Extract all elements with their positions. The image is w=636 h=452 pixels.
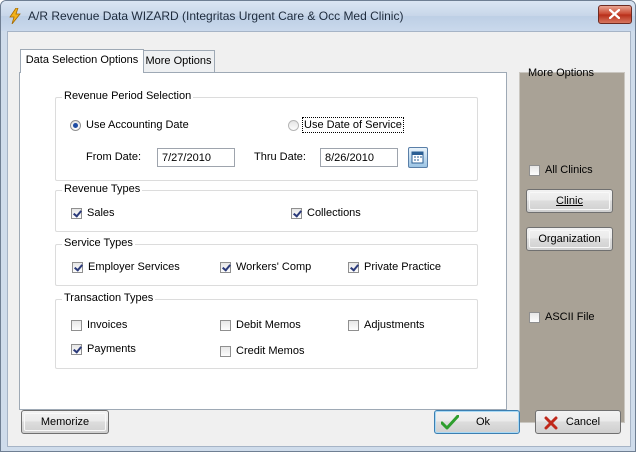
private-practice-checkbox[interactable]: Private Practice <box>348 261 441 273</box>
checkbox-label: Collections <box>307 207 361 219</box>
radio-label: Use Accounting Date <box>86 119 189 131</box>
checkbox-indicator <box>529 311 540 323</box>
checkbox-label: Credit Memos <box>236 345 305 357</box>
checkbox-label: Adjustments <box>364 319 425 331</box>
from-date-label: From Date: <box>86 151 142 163</box>
checkbox-label: Private Practice <box>364 261 442 273</box>
checkbox-label: Workers' Comp <box>236 261 312 273</box>
close-icon <box>609 9 620 19</box>
tab-label: Data Selection Options <box>25 54 139 66</box>
revenue-period-group: Revenue Period Selection Use Accounting … <box>55 90 478 181</box>
radio-indicator <box>70 119 81 131</box>
workers-comp-checkbox[interactable]: Workers' Comp <box>220 261 311 273</box>
calendar-icon <box>411 151 424 164</box>
group-title: Transaction Types <box>62 292 156 304</box>
credit-memos-checkbox[interactable]: Credit Memos <box>220 345 304 357</box>
checkbox-label: All Clinics <box>545 164 593 176</box>
checkbox-label: Invoices <box>87 319 128 331</box>
checkbox-indicator <box>348 261 359 273</box>
service-types-group: Service Types Employer Services Workers'… <box>55 237 478 286</box>
checkbox-label: Sales <box>87 207 115 219</box>
memorize-button[interactable]: Memorize <box>21 410 109 434</box>
group-title: Service Types <box>62 237 135 249</box>
cancel-x-icon <box>544 416 558 430</box>
wizard-window: A/R Revenue Data WIZARD (Integritas Urge… <box>0 0 636 452</box>
checkbox-label: ASCII File <box>545 311 595 323</box>
collections-checkbox[interactable]: Collections <box>291 207 361 219</box>
checkbox-label: Payments <box>87 343 136 355</box>
calendar-button[interactable] <box>408 147 428 168</box>
button-label: Organization <box>538 233 601 245</box>
group-title: Revenue Types <box>62 183 143 195</box>
ascii-file-checkbox[interactable]: ASCII File <box>529 311 595 323</box>
button-label: Cancel <box>565 416 601 428</box>
cancel-button[interactable]: Cancel <box>535 410 621 434</box>
checkbox-indicator <box>71 343 82 355</box>
checkbox-indicator <box>220 261 231 273</box>
checkbox-indicator <box>72 261 83 273</box>
tab-more-options[interactable]: More Options <box>142 50 215 72</box>
tab-data-selection-options[interactable]: Data Selection Options <box>20 49 144 73</box>
organization-button[interactable]: Organization <box>526 227 613 251</box>
title-bar[interactable]: A/R Revenue Data WIZARD (Integritas Urge… <box>1 1 635 31</box>
checkbox-label: Employer Services <box>88 261 180 273</box>
tab-label: More Options <box>145 55 212 67</box>
checkbox-indicator <box>71 207 82 219</box>
checkbox-indicator <box>348 319 359 331</box>
data-selection-panel: Revenue Period Selection Use Accounting … <box>19 72 507 410</box>
ok-button[interactable]: Ok <box>434 410 520 434</box>
radio-label: Use Date of Service <box>302 117 404 133</box>
thru-date-label: Thru Date: <box>254 151 306 163</box>
all-clinics-checkbox[interactable]: All Clinics <box>529 164 593 176</box>
clinic-button[interactable]: Clinic <box>526 189 613 213</box>
button-label: Memorize <box>40 416 90 428</box>
use-accounting-date-radio[interactable]: Use Accounting Date <box>70 119 189 131</box>
checkbox-indicator <box>529 164 540 176</box>
checkbox-label: Debit Memos <box>236 319 301 331</box>
checkmark-icon <box>441 415 459 430</box>
lightning-icon <box>9 8 21 24</box>
invoices-checkbox[interactable]: Invoices <box>71 319 127 331</box>
use-date-of-service-radio[interactable]: Use Date of Service <box>288 117 404 133</box>
sales-checkbox[interactable]: Sales <box>71 207 115 219</box>
adjustments-checkbox[interactable]: Adjustments <box>348 319 425 331</box>
window-title: A/R Revenue Data WIZARD (Integritas Urge… <box>28 9 404 23</box>
close-button[interactable] <box>598 5 632 24</box>
more-options-panel: More Options All Clinics Clinic Organiza… <box>519 67 625 423</box>
radio-indicator <box>288 119 299 131</box>
thru-date-input[interactable]: 8/26/2010 <box>320 148 398 167</box>
debit-memos-checkbox[interactable]: Debit Memos <box>220 319 301 331</box>
button-label: Clinic <box>556 195 583 207</box>
more-options-title: More Options <box>528 67 595 79</box>
revenue-types-group: Revenue Types Sales Collections <box>55 183 478 232</box>
checkbox-indicator <box>220 319 231 331</box>
checkbox-indicator <box>291 207 302 219</box>
group-title: Revenue Period Selection <box>62 90 194 102</box>
button-label: Ok <box>475 416 491 428</box>
transaction-types-group: Transaction Types Invoices Debit Memos A… <box>55 292 478 369</box>
payments-checkbox[interactable]: Payments <box>71 343 136 355</box>
employer-services-checkbox[interactable]: Employer Services <box>72 261 180 273</box>
checkbox-indicator <box>71 319 82 331</box>
from-date-input[interactable]: 7/27/2010 <box>157 148 235 167</box>
checkbox-indicator <box>220 345 231 357</box>
dialog-body: Data Selection Options More Options Reve… <box>7 31 631 447</box>
